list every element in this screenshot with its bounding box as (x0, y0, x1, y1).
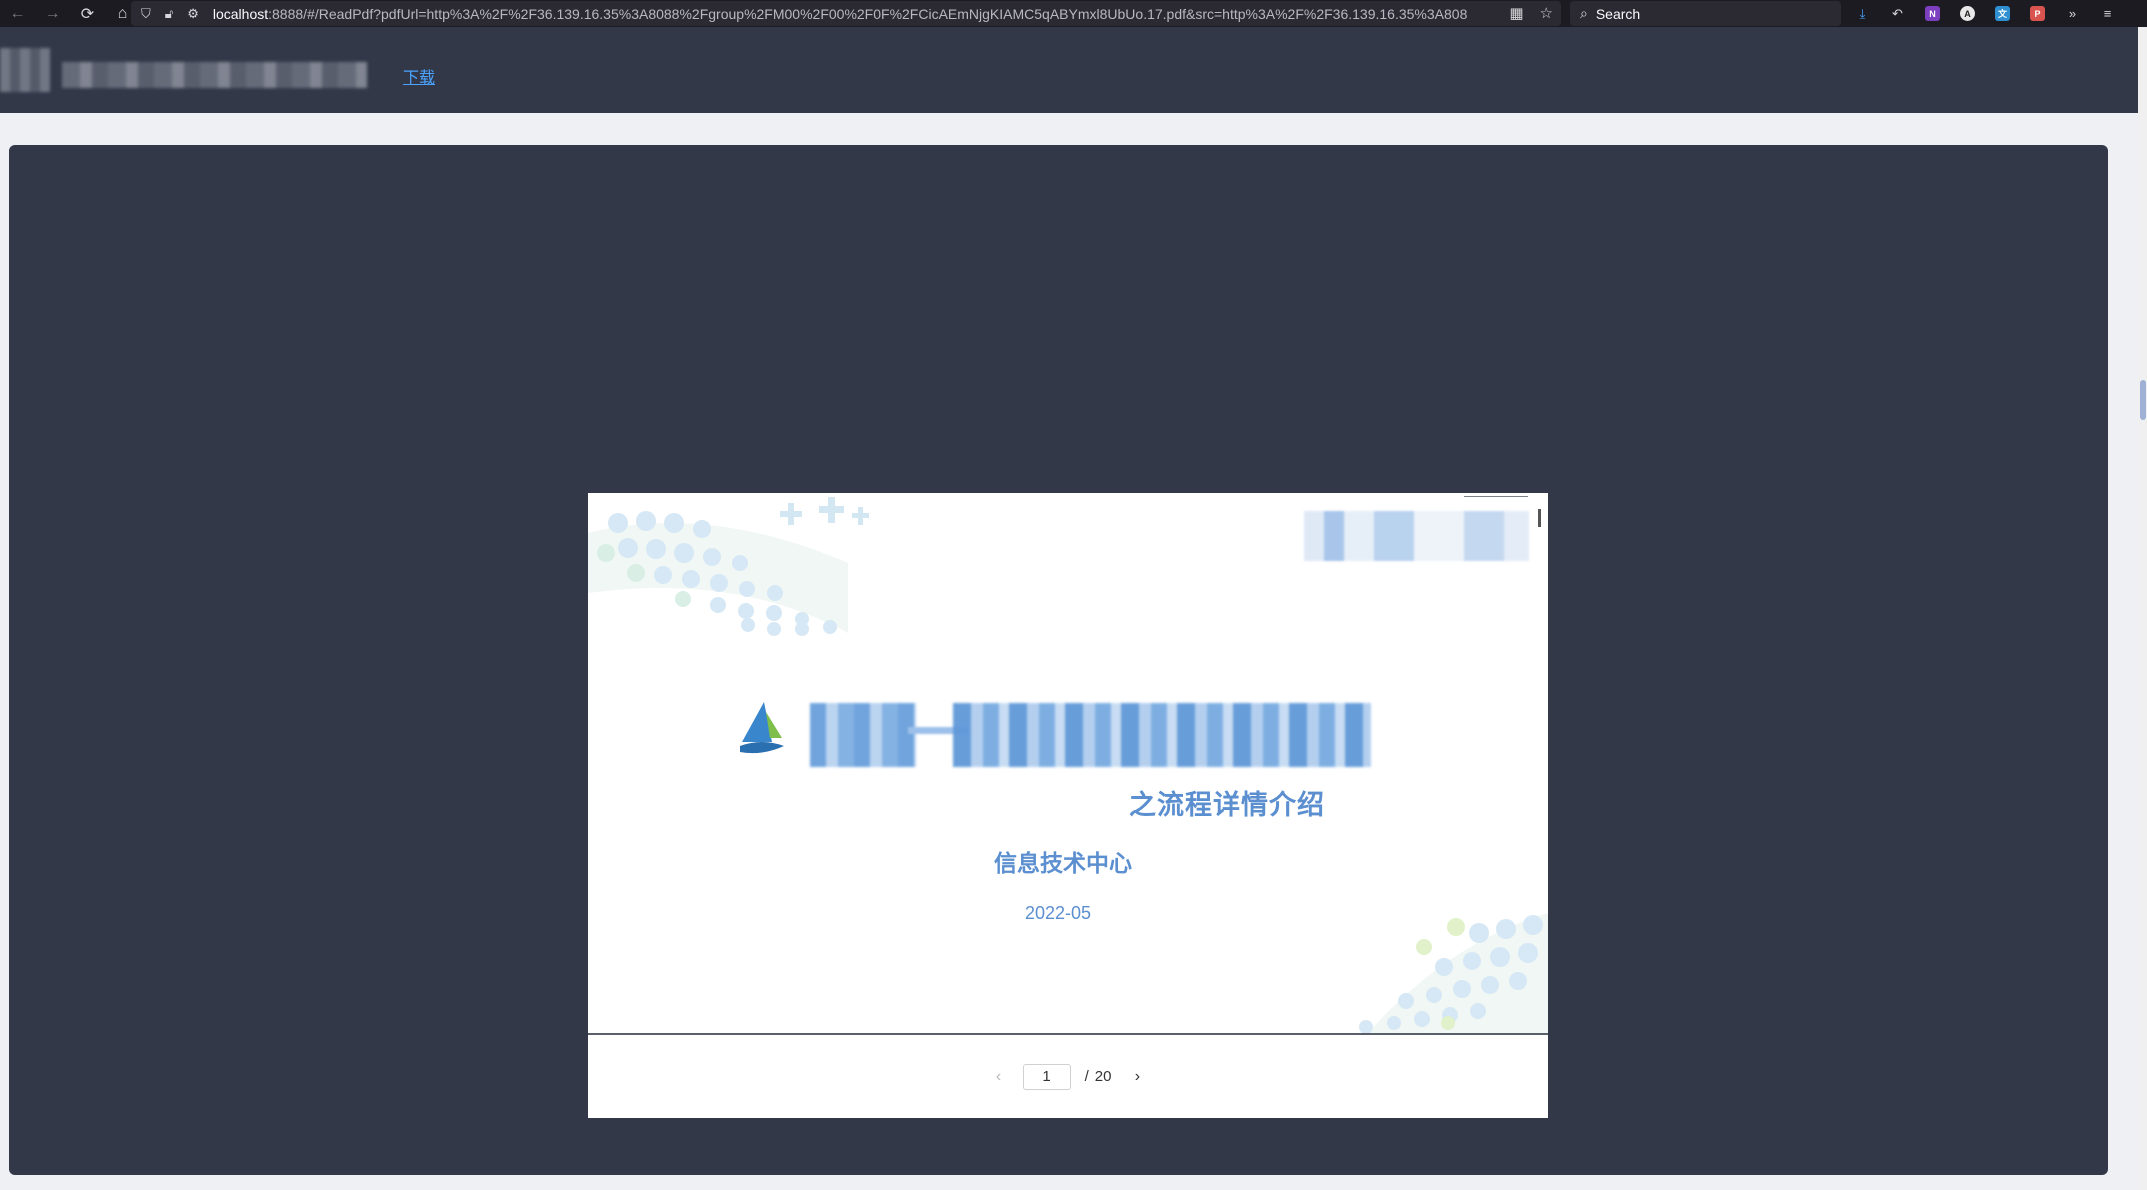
bookmark-star-icon[interactable]: ☆ (1540, 4, 1553, 22)
download-link[interactable]: 下载 (403, 64, 435, 88)
page-scrollbar[interactable] (2138, 27, 2147, 1190)
next-page-chevron-icon[interactable]: › (1117, 1068, 1157, 1086)
forward-arrow-icon[interactable]: → (35, 0, 70, 27)
prev-page-chevron-icon[interactable]: ‹ (979, 1068, 1019, 1086)
search-placeholder: Search (1595, 5, 1641, 22)
url-bar[interactable]: ⛉ 🔓︎ ⚙ localhost:8888/#/ReadPdf?pdfUrl=h… (131, 1, 1561, 26)
text-cursor-icon (1538, 509, 1544, 527)
lock-icon[interactable]: 🔓︎ (165, 6, 173, 22)
downloads-icon[interactable]: ⤓ (1852, 3, 1873, 24)
decorative-dots-bottom-right (1359, 913, 1548, 1033)
pagination: ‹ / 20 › (588, 1035, 1548, 1118)
back-arrow-icon[interactable]: ← (0, 0, 35, 27)
total-pages: 20 (1094, 1068, 1112, 1085)
page-separator: / (1084, 1068, 1089, 1085)
pdf-viewer-panel: 之流程详情介绍 信息技术中心 2022-05 ‹ / 20 › (9, 145, 2108, 1175)
slide-title-redacted-part2 (953, 703, 1371, 767)
url-text[interactable]: localhost:8888/#/ReadPdf?pdfUrl=http%3A%… (213, 6, 1468, 22)
app-logo-redacted (0, 48, 50, 92)
slide-subtitle: 之流程详情介绍 (1129, 790, 1325, 820)
search-icon: ⌕ (1580, 5, 1588, 21)
pdf-extension-icon[interactable]: P (2030, 6, 2045, 21)
decorative-dots-top-left (588, 497, 869, 636)
search-bar[interactable]: ⌕ Search (1570, 1, 1841, 26)
pdf-slide: 之流程详情介绍 信息技术中心 2022-05 (588, 493, 1548, 1033)
page-scrollbar-thumb[interactable] (2140, 380, 2146, 420)
reply-arrow-icon[interactable]: ↶ (1887, 3, 1908, 24)
onenote-extension-icon[interactable]: N (1925, 6, 1940, 21)
menu-hamburger-icon[interactable]: ≡ (2097, 3, 2118, 24)
app-header: 下载 (0, 27, 2147, 113)
pdf-page-card: 之流程详情介绍 信息技术中心 2022-05 ‹ / 20 › (588, 493, 1548, 1118)
slide-title-redacted-part1 (810, 703, 916, 767)
slide-department: 信息技术中心 (994, 850, 1132, 876)
permissions-icon[interactable]: ⚙ (187, 6, 199, 22)
qr-code-icon[interactable]: ▦ (1509, 4, 1523, 22)
sailboat-logo-icon (740, 702, 784, 754)
shield-icon[interactable]: ⛉ (141, 6, 151, 22)
page-number-input[interactable] (1022, 1063, 1071, 1090)
translate-extension-icon[interactable]: 文 (1995, 6, 2010, 21)
corner-rule (1464, 496, 1528, 497)
extension-a-icon[interactable]: A (1960, 6, 1975, 21)
corner-text-redacted (1304, 511, 1529, 561)
reload-icon[interactable]: ⟳ (70, 0, 105, 27)
browser-toolbar: ← → ⟳ ⌂ ⛉ 🔓︎ ⚙ localhost:8888/#/ReadPdf?… (0, 0, 2147, 27)
app-title-redacted (62, 62, 367, 88)
overflow-chevrons-icon[interactable]: » (2062, 3, 2083, 24)
